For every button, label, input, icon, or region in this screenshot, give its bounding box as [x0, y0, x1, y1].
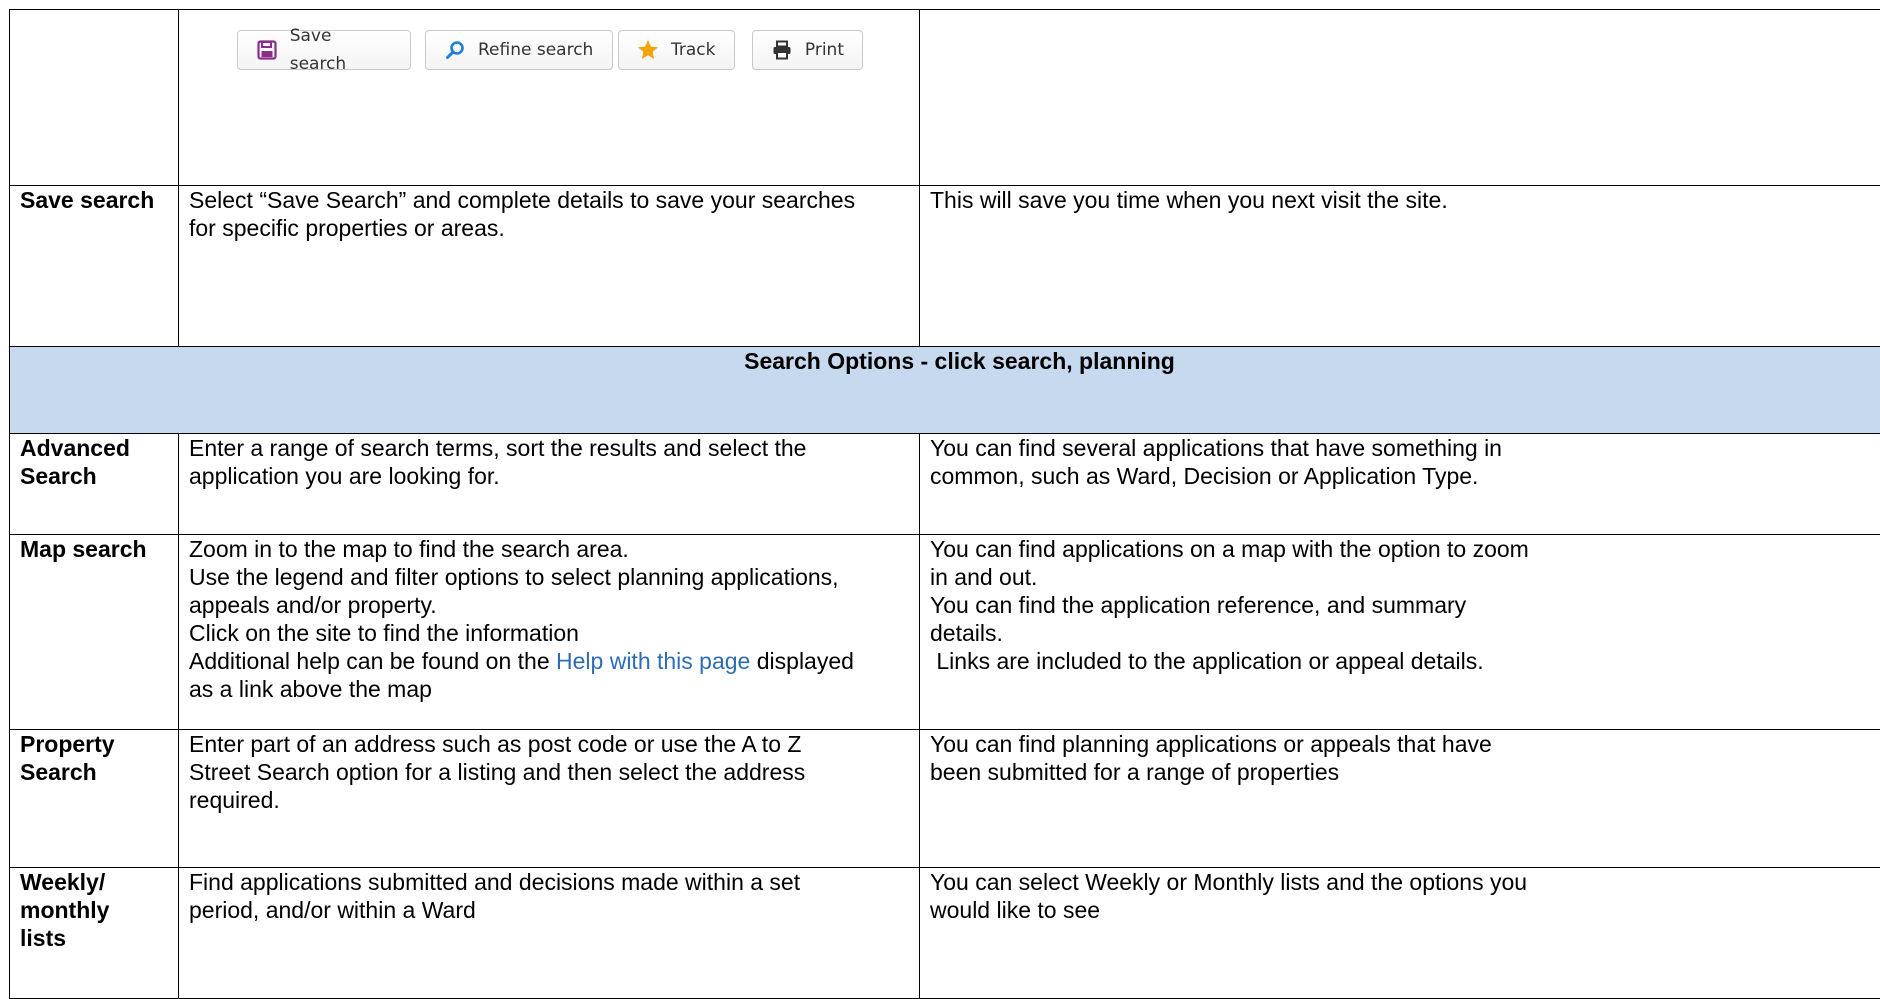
description-line: Enter a range of search terms, sort the …: [189, 434, 909, 462]
row-description: Enter a range of search terms, sort the …: [179, 434, 920, 535]
description-line: Enter part of an address such as post co…: [189, 730, 909, 758]
refine-search-button[interactable]: Refine search: [425, 30, 613, 70]
benefit-line: been submitted for a range of properties: [930, 758, 1880, 786]
help-prefix: Additional help can be found on the: [189, 648, 556, 674]
description-line: Click on the site to find the informatio…: [189, 619, 909, 647]
row-label-text: Search: [20, 758, 168, 786]
benefit-line: You can find applications on a map with …: [930, 535, 1880, 563]
empty-cell: [920, 10, 1880, 186]
row-benefit: You can find planning applications or ap…: [920, 730, 1880, 868]
description-line: Zoom in to the map to find the search ar…: [189, 535, 909, 563]
description-line: for specific properties or areas.: [189, 214, 909, 242]
refine-search-label: Refine search: [478, 36, 593, 64]
floppy-disk-icon: [256, 39, 278, 61]
benefit-line: in and out.: [930, 563, 1880, 591]
row-label: Property Search: [10, 730, 179, 868]
save-search-button[interactable]: Save search: [237, 30, 411, 70]
help-table: Save search Refine search: [9, 9, 1880, 999]
save-search-row: Save search Select “Save Search” and com…: [10, 186, 1880, 347]
row-description: Select “Save Search” and complete detail…: [179, 186, 920, 347]
benefit-line: You can find planning applications or ap…: [930, 730, 1880, 758]
row-label-text: lists: [20, 924, 168, 952]
description-line: Find applications submitted and decision…: [189, 868, 909, 896]
row-benefit: You can find applications on a map with …: [920, 535, 1880, 730]
row-label: Save search: [10, 186, 179, 347]
row-benefit: This will save you time when you next vi…: [920, 186, 1880, 347]
row-label-text: Save search: [20, 186, 168, 214]
description-line: appeals and/or property.: [189, 591, 909, 619]
row-label: Advanced Search: [10, 434, 179, 535]
row-label: Weekly/ monthly lists: [10, 868, 179, 999]
description-line: period, and/or within a Ward: [189, 896, 909, 924]
weekly-monthly-lists-row: Weekly/ monthly lists Find applications …: [10, 868, 1880, 999]
empty-cell: [10, 10, 179, 186]
property-search-row: Property Search Enter part of an address…: [10, 730, 1880, 868]
row-label: Map search: [10, 535, 179, 730]
benefit-line: This will save you time when you next vi…: [930, 186, 1880, 214]
map-search-row: Map search Zoom in to the map to find th…: [10, 535, 1880, 730]
save-search-label: Save search: [290, 22, 392, 78]
description-line: as a link above the map: [189, 675, 909, 703]
help-suffix: displayed: [750, 648, 854, 674]
row-benefit: You can find several applications that h…: [920, 434, 1880, 535]
section-heading-row: Search Options - click search, planning: [10, 347, 1880, 434]
description-line: Street Search option for a listing and t…: [189, 758, 909, 786]
advanced-search-row: Advanced Search Enter a range of search …: [10, 434, 1880, 535]
description-line: Select “Save Search” and complete detail…: [189, 186, 909, 214]
benefit-line: You can find several applications that h…: [930, 434, 1880, 462]
track-button[interactable]: Track: [618, 30, 735, 70]
printer-icon: [771, 39, 793, 61]
row-label-text: Search: [20, 462, 168, 490]
benefit-line: You can find the application reference, …: [930, 591, 1880, 619]
row-label-text: Advanced: [20, 434, 168, 462]
benefit-line: Links are included to the application or…: [930, 647, 1880, 675]
section-heading: Search Options - click search, planning: [10, 347, 1880, 434]
toolbar-row: Save search Refine search: [10, 10, 1880, 186]
description-line: application you are looking for.: [189, 462, 909, 490]
description-line-help: Additional help can be found on the Help…: [189, 647, 909, 675]
row-label-text: monthly: [20, 896, 168, 924]
row-benefit: You can select Weekly or Monthly lists a…: [920, 868, 1880, 999]
print-label: Print: [805, 36, 844, 64]
row-description: Zoom in to the map to find the search ar…: [179, 535, 920, 730]
print-button[interactable]: Print: [752, 30, 863, 70]
help-with-this-page-link[interactable]: Help with this page: [556, 648, 750, 674]
toolbar-cell: Save search Refine search: [179, 10, 920, 186]
description-line: required.: [189, 786, 909, 814]
row-label-text: Map search: [20, 535, 168, 563]
benefit-line: common, such as Ward, Decision or Applic…: [930, 462, 1880, 490]
track-label: Track: [671, 36, 715, 64]
row-label-text: Property: [20, 730, 168, 758]
benefit-line: would like to see: [930, 896, 1880, 924]
row-label-text: Weekly/: [20, 868, 168, 896]
row-description: Enter part of an address such as post co…: [179, 730, 920, 868]
toolbar: Save search Refine search: [237, 30, 877, 70]
benefit-line: You can select Weekly or Monthly lists a…: [930, 868, 1880, 896]
magnifier-icon: [444, 39, 466, 61]
description-line: Use the legend and filter options to sel…: [189, 563, 909, 591]
benefit-line: details.: [930, 619, 1880, 647]
star-icon: [637, 39, 659, 61]
row-description: Find applications submitted and decision…: [179, 868, 920, 999]
